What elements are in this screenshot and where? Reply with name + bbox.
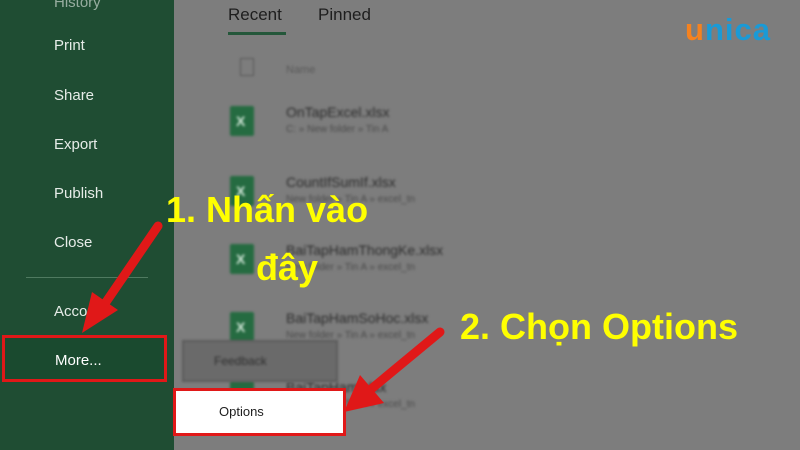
step1-callout-line1: 1. Nhấn vào xyxy=(166,189,369,230)
step1-callout-line2: đây xyxy=(256,247,319,288)
arrow-to-more xyxy=(82,221,163,333)
unica-logo: unica xyxy=(685,12,771,48)
step2-callout: 2. Chọn Options xyxy=(460,306,738,347)
logo-letter-u: u xyxy=(685,12,705,47)
logo-letters-nica: nica xyxy=(704,12,771,47)
annotation-arrows xyxy=(82,221,445,412)
arrow-to-options xyxy=(344,327,445,412)
